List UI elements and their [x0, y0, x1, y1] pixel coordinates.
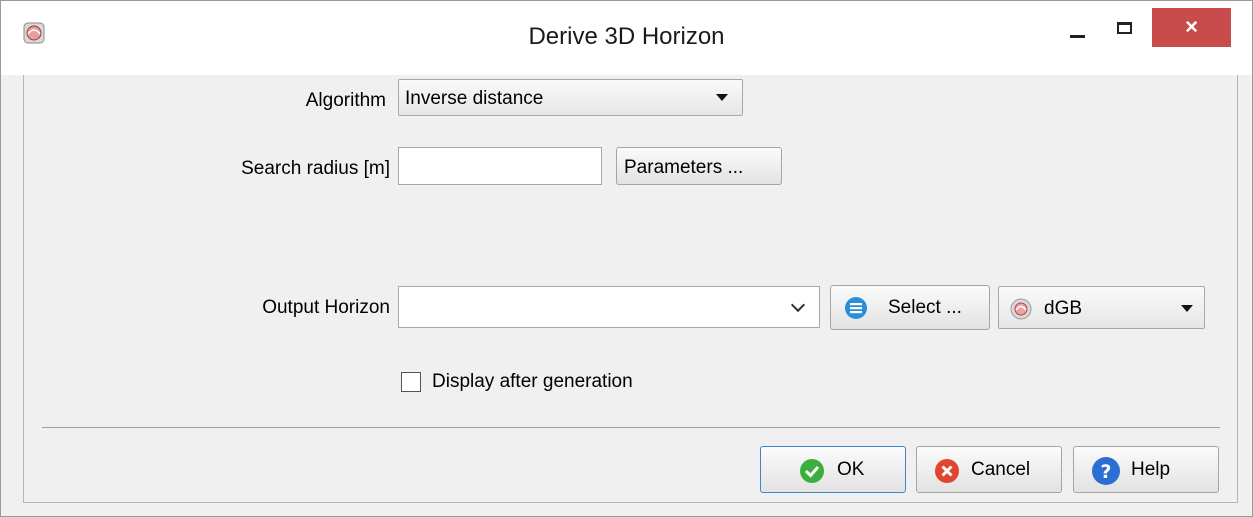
- close-icon: ×: [1185, 14, 1198, 39]
- minimize-button[interactable]: [1056, 9, 1100, 47]
- dialog-body: Algorithm Inverse distance Search radius…: [23, 75, 1238, 503]
- parameters-button[interactable]: Parameters ...: [616, 147, 782, 185]
- cancel-icon: [935, 459, 959, 483]
- storage-dropdown[interactable]: dGB: [998, 286, 1205, 329]
- algorithm-value: Inverse distance: [405, 88, 544, 109]
- help-icon: ?: [1092, 457, 1120, 485]
- help-button[interactable]: ? Help: [1073, 446, 1219, 493]
- svg-text:?: ?: [1100, 461, 1111, 483]
- dgb-logo-icon: [1010, 298, 1032, 320]
- search-radius-label: Search radius [m]: [241, 158, 390, 179]
- display-after-generation-label: Display after generation: [432, 371, 633, 392]
- select-button[interactable]: Select ...: [830, 285, 990, 330]
- dropdown-arrow-icon: [716, 94, 728, 101]
- check-icon: [800, 459, 824, 483]
- list-circle-icon: [845, 297, 867, 319]
- storage-value: dGB: [1044, 298, 1083, 319]
- title-bar[interactable]: Derive 3D Horizon ×: [1, 1, 1252, 75]
- output-horizon-label: Output Horizon: [262, 297, 390, 318]
- cancel-button[interactable]: Cancel: [916, 446, 1062, 493]
- close-button[interactable]: ×: [1152, 8, 1231, 47]
- chevron-down-icon: [790, 297, 806, 313]
- algorithm-dropdown[interactable]: Inverse distance: [398, 79, 743, 116]
- separator: [42, 427, 1220, 428]
- search-radius-input[interactable]: [398, 147, 602, 185]
- output-horizon-combo[interactable]: [398, 286, 820, 328]
- display-after-generation-checkbox[interactable]: [401, 372, 421, 392]
- maximize-button[interactable]: [1102, 9, 1146, 47]
- algorithm-label: Algorithm: [305, 90, 386, 111]
- ok-button[interactable]: OK: [760, 446, 906, 493]
- dialog-window: Derive 3D Horizon × Algorithm Inverse di…: [0, 0, 1253, 517]
- dropdown-arrow-icon: [1181, 305, 1193, 312]
